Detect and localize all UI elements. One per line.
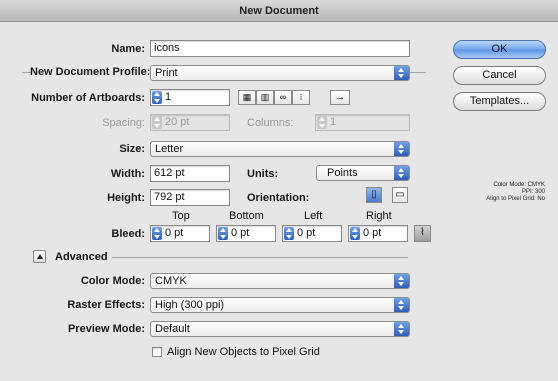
size-label: Size:: [119, 143, 145, 155]
stepper-icon[interactable]: [350, 227, 360, 240]
info-ppi: PPI: 300: [521, 189, 545, 195]
arrange-by-row-icon[interactable]: ∞: [274, 90, 292, 105]
raster-effects-select[interactable]: High (300 ppi): [150, 297, 410, 313]
profile-group-line-right: [410, 72, 426, 73]
stepper-icon: [152, 116, 162, 129]
size-select-value: Letter: [155, 143, 184, 155]
bleed-top-label: Top: [172, 210, 190, 222]
preview-mode-label: Preview Mode:: [67, 323, 145, 335]
columns-input: 1: [315, 114, 410, 131]
cancel-button[interactable]: Cancel: [453, 66, 546, 85]
new-document-dialog: New Document Name: icons New Document Pr…: [0, 0, 558, 381]
chevron-updown-icon: [394, 274, 409, 288]
height-input[interactable]: 792 pt: [150, 189, 230, 206]
artboards-value: 1: [165, 91, 172, 103]
columns-label: Columns:: [247, 117, 294, 129]
advanced-separator: [112, 257, 408, 258]
bleed-bottom-label: Bottom: [229, 210, 264, 222]
templates-button[interactable]: Templates...: [453, 92, 546, 111]
portrait-icon[interactable]: ▯: [366, 187, 382, 203]
bleed-bottom-value: 0 pt: [231, 227, 250, 239]
bleed-top-input[interactable]: 0 pt: [150, 225, 210, 242]
landscape-icon[interactable]: ▭: [392, 187, 408, 203]
artboards-input[interactable]: 1: [150, 89, 230, 106]
stepper-icon: [317, 116, 327, 129]
advanced-disclosure-icon[interactable]: [33, 250, 46, 263]
grid-by-column-icon[interactable]: ▥: [256, 90, 274, 105]
bleed-left-value: 0 pt: [297, 227, 316, 239]
link-bleed-icon[interactable]: ⌇: [414, 225, 431, 242]
units-label: Units:: [247, 168, 279, 180]
profile-select[interactable]: Print: [150, 65, 410, 81]
window-title: New Document: [0, 0, 558, 22]
size-select[interactable]: Letter: [150, 141, 410, 157]
units-select[interactable]: Points: [316, 165, 410, 181]
stepper-icon[interactable]: [152, 227, 162, 240]
align-pixel-grid-checkbox[interactable]: [152, 347, 162, 357]
bleed-top-value: 0 pt: [165, 227, 184, 239]
preview-mode-value: Default: [155, 323, 190, 335]
bleed-bottom-input[interactable]: 0 pt: [216, 225, 276, 242]
info-color-mode: Color Mode: CMYK: [493, 182, 545, 188]
chevron-updown-icon: [394, 298, 409, 312]
color-mode-label: Color Mode:: [80, 275, 145, 287]
spacing-label: Spacing:: [102, 117, 145, 129]
width-input[interactable]: 612 pt: [150, 165, 230, 182]
align-pixel-grid-label: Align New Objects to Pixel Grid: [167, 346, 320, 358]
width-label: Width:: [110, 168, 145, 180]
raster-effects-value: High (300 ppi): [155, 299, 225, 311]
color-mode-select[interactable]: CMYK: [150, 273, 410, 289]
bleed-label: Bleed:: [111, 228, 145, 240]
height-label: Height:: [107, 192, 145, 204]
document-info-summary: Color Mode: CMYK PPI: 300 Align to Pixel…: [460, 182, 545, 203]
bleed-left-input[interactable]: 0 pt: [282, 225, 342, 242]
spacing-value: 20 pt: [165, 116, 190, 128]
stepper-icon[interactable]: [284, 227, 294, 240]
orientation-label: Orientation:: [247, 192, 310, 204]
info-align-grid: Align to Pixel Grid: No: [486, 196, 545, 202]
arrange-by-column-icon[interactable]: ⁝: [292, 90, 310, 105]
ok-button[interactable]: OK: [453, 40, 546, 59]
chevron-updown-icon: [394, 322, 409, 336]
bleed-right-input[interactable]: 0 pt: [348, 225, 408, 242]
artboards-label: Number of Artboards:: [31, 92, 145, 104]
chevron-updown-icon: [394, 66, 409, 80]
advanced-label: Advanced: [55, 251, 108, 263]
name-label: Name:: [111, 43, 145, 55]
columns-value: 1: [330, 116, 337, 128]
raster-effects-label: Raster Effects:: [67, 299, 145, 311]
color-mode-value: CMYK: [155, 275, 187, 287]
bleed-left-label: Left: [304, 210, 323, 222]
right-to-left-icon[interactable]: →: [330, 90, 350, 105]
grid-by-row-icon[interactable]: ▦: [238, 90, 256, 105]
bleed-right-label: Right: [366, 210, 392, 222]
spacing-input: 20 pt: [150, 114, 230, 131]
bleed-right-value: 0 pt: [363, 227, 382, 239]
chevron-updown-icon: [394, 166, 409, 180]
name-input[interactable]: icons: [150, 40, 410, 57]
stepper-icon[interactable]: [152, 91, 162, 104]
stepper-icon[interactable]: [218, 227, 228, 240]
units-select-value: Points: [327, 167, 358, 179]
chevron-updown-icon: [394, 142, 409, 156]
preview-mode-select[interactable]: Default: [150, 321, 410, 337]
profile-label: New Document Profile:: [30, 66, 151, 78]
profile-select-value: Print: [155, 67, 178, 79]
